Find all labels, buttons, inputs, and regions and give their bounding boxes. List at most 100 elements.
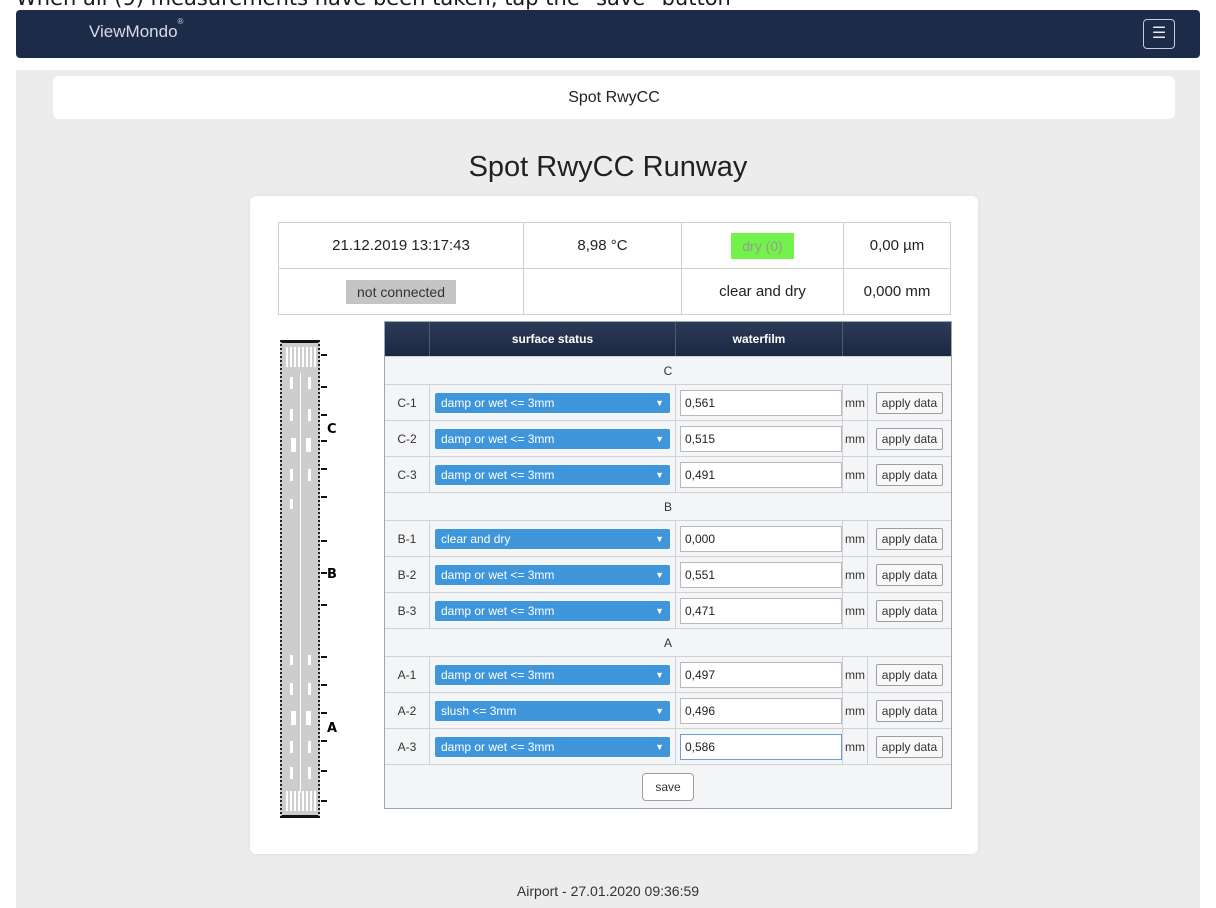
connection-cell: not connected	[278, 268, 524, 315]
dropdown-arrow-icon: ▼	[655, 397, 664, 408]
waterfilm-cell: 0,561	[676, 384, 843, 421]
touchdown-mark	[308, 655, 311, 665]
grid-header: surface status waterfilm	[385, 322, 951, 356]
waterfilm-input[interactable]: 0,561	[680, 389, 842, 416]
select-value: damp or wet <= 3mm	[441, 467, 555, 482]
unit-label: mm	[843, 420, 868, 457]
section-tick	[321, 770, 327, 772]
select-value: clear and dry	[441, 531, 511, 546]
apply-data-button[interactable]: apply data	[875, 699, 944, 722]
table-row: B-2 damp or wet <= 3mm ▼ 0,551 mm apply d…	[385, 556, 951, 593]
surface-status-select[interactable]: damp or wet <= 3mm ▼	[435, 736, 670, 757]
waterfilm-input[interactable]: 0,586	[680, 733, 842, 760]
waterfilm-input[interactable]: 0,497	[680, 661, 842, 688]
waterfilm-input[interactable]: 0,000	[680, 525, 842, 552]
waterfilm-cell: 0,471	[676, 592, 843, 629]
table-row: B-3 damp or wet <= 3mm ▼ 0,471 mm apply d…	[385, 592, 951, 629]
surface-status-select[interactable]: clear and dry ▼	[435, 528, 670, 549]
runway-label-c: C	[327, 422, 337, 437]
waterfilm-input[interactable]: 0,515	[680, 425, 842, 452]
table-row: B-1 clear and dry ▼ 0,000 mm apply data	[385, 520, 951, 557]
touchdown-mark	[308, 683, 311, 695]
surface-status-select[interactable]: damp or wet <= 3mm ▼	[435, 392, 670, 413]
status-cell: clear and dry ▼	[430, 520, 676, 557]
touchdown-mark	[308, 377, 311, 389]
status-cell: slush <= 3mm ▼	[430, 692, 676, 729]
section-tick	[321, 496, 327, 498]
unit-label: mm	[843, 692, 868, 729]
aiming-mark	[306, 711, 311, 725]
runway-label-b: B	[327, 567, 337, 582]
select-value: damp or wet <= 3mm	[441, 739, 555, 754]
unit-label: mm	[843, 656, 868, 693]
surface-status-select[interactable]: damp or wet <= 3mm ▼	[435, 564, 670, 585]
select-value: damp or wet <= 3mm	[441, 567, 555, 582]
apply-data-button[interactable]: apply data	[875, 427, 944, 450]
dropdown-arrow-icon: ▼	[655, 605, 664, 616]
connection-badge: not connected	[346, 279, 456, 304]
section-tick	[321, 712, 327, 714]
dropdown-arrow-icon: ▼	[655, 669, 664, 680]
aiming-mark	[291, 711, 296, 725]
apply-data-button[interactable]: apply data	[875, 599, 944, 622]
registered-mark: ®	[177, 17, 184, 27]
runway-label-a: A	[327, 721, 338, 736]
apply-data-button[interactable]: apply data	[875, 735, 944, 758]
group-header-b: B	[385, 492, 951, 520]
section-tick	[321, 800, 327, 802]
row-id: B-2	[385, 556, 430, 593]
waterfilm-cell: 0,515	[676, 420, 843, 457]
table-row: C-3 damp or wet <= 3mm ▼ 0,491 mm apply d…	[385, 456, 951, 493]
brand-logo[interactable]: ViewMondo®	[89, 17, 183, 42]
touchdown-mark	[290, 409, 293, 421]
top-navbar: ViewMondo® ☰	[16, 10, 1200, 58]
section-tick	[321, 440, 327, 442]
instruction-text: When all (9) measurements have been take…	[16, 0, 731, 10]
datetime-cell: 21.12.2019 13:17:43	[278, 222, 524, 269]
page-title: Spot RwyCC Runway	[468, 151, 748, 183]
section-tick	[321, 656, 327, 658]
menu-button[interactable]: ☰	[1143, 19, 1175, 49]
row-id: A-2	[385, 692, 430, 729]
surface-status-select[interactable]: damp or wet <= 3mm ▼	[435, 464, 670, 485]
section-tick	[321, 354, 327, 356]
unit-label: mm	[843, 592, 868, 629]
row-id: A-1	[385, 656, 430, 693]
section-tick	[321, 386, 327, 388]
waterfilm-input[interactable]: 0,491	[680, 461, 842, 488]
apply-data-button[interactable]: apply data	[875, 527, 944, 550]
apply-data-button[interactable]: apply data	[875, 463, 944, 486]
surface-status-select[interactable]: slush <= 3mm ▼	[435, 700, 670, 721]
waterfilm-input[interactable]: 0,496	[680, 697, 842, 724]
action-cell: apply data	[868, 699, 951, 722]
waterfilm-input[interactable]: 0,551	[680, 561, 842, 588]
row-id: C-3	[385, 456, 430, 493]
column-header-action	[843, 322, 951, 356]
table-row: A-1 damp or wet <= 3mm ▼ 0,497 mm apply d…	[385, 656, 951, 693]
select-value: slush <= 3mm	[441, 703, 517, 718]
section-tick	[321, 468, 327, 470]
table-row: C-2 damp or wet <= 3mm ▼ 0,515 mm apply d…	[385, 420, 951, 457]
apply-data-button[interactable]: apply data	[875, 563, 944, 586]
waterfilm-cell: 0,000	[676, 520, 843, 557]
apply-data-button[interactable]: apply data	[875, 663, 944, 686]
action-cell: apply data	[868, 391, 951, 414]
surface-status-select[interactable]: damp or wet <= 3mm ▼	[435, 664, 670, 685]
surface-status-select[interactable]: damp or wet <= 3mm ▼	[435, 600, 670, 621]
waterfilm-input[interactable]: 0,471	[680, 597, 842, 624]
runway-diagram: C B A	[277, 340, 343, 818]
measurement-grid: surface status waterfilm C C-1 damp or w…	[384, 321, 952, 809]
surface-status-select[interactable]: damp or wet <= 3mm ▼	[435, 428, 670, 449]
centerline	[300, 373, 301, 793]
section-tick	[321, 740, 327, 742]
aiming-mark	[306, 438, 311, 452]
action-cell: apply data	[868, 663, 951, 686]
touchdown-mark	[290, 377, 293, 389]
save-button[interactable]: save	[642, 772, 694, 801]
section-tick	[321, 684, 327, 686]
aiming-mark	[291, 438, 296, 452]
column-header-surface-status: surface status	[430, 322, 676, 356]
apply-data-button[interactable]: apply data	[875, 391, 944, 414]
action-cell: apply data	[868, 463, 951, 486]
condition-cell: clear and dry	[681, 268, 844, 315]
